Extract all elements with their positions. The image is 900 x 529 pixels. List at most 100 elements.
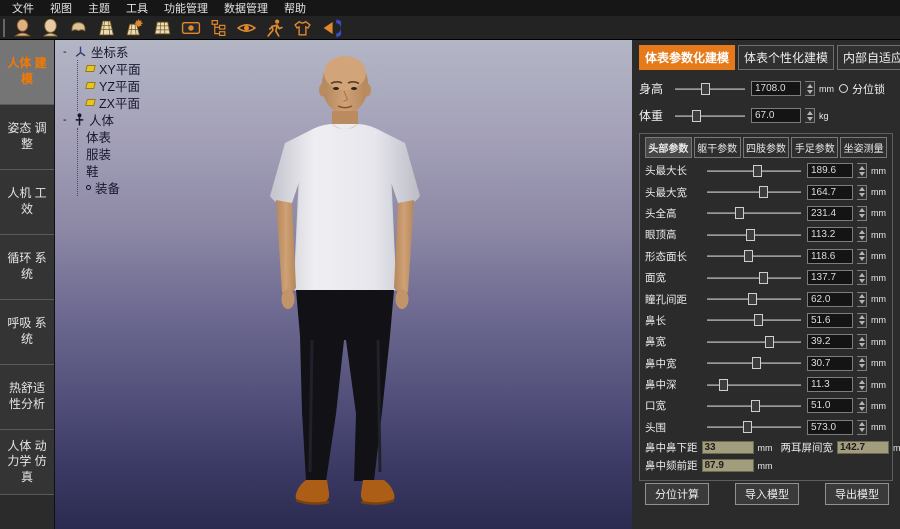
percentile-lock-radio[interactable]: [839, 84, 848, 93]
tree-node-zx-plane[interactable]: ZX平面: [86, 94, 141, 111]
tab-parametric-modeling[interactable]: 体表参数化建模: [639, 45, 735, 70]
tree-node-coordinate-system[interactable]: - 坐标系: [63, 43, 141, 60]
human-model[interactable]: [55, 40, 632, 529]
tab-internal-adaptive-modeling[interactable]: 内部自适应建模: [837, 45, 900, 70]
height-slider[interactable]: [673, 82, 747, 96]
slider-handle[interactable]: [701, 83, 710, 95]
param-spinner[interactable]: [857, 398, 867, 413]
tab-head-params[interactable]: 头部参数: [645, 137, 692, 158]
nose-chin-field[interactable]: [702, 459, 754, 472]
export-model-button[interactable]: 导出模型: [825, 483, 889, 505]
hierarchy-icon[interactable]: [207, 17, 230, 38]
param-spinner[interactable]: [857, 270, 867, 285]
sidebar-item-respiratory-system[interactable]: 呼吸 系统: [0, 300, 54, 365]
sidebar-item-body-modeling[interactable]: 人体 建模: [0, 40, 54, 105]
param-slider[interactable]: [705, 292, 803, 306]
menu-help[interactable]: 帮助: [276, 0, 314, 17]
collapse-icon[interactable]: -: [63, 46, 70, 58]
slider-handle[interactable]: [743, 421, 752, 433]
param-value-input[interactable]: [807, 398, 853, 413]
return-arrow-icon[interactable]: [319, 17, 342, 38]
nose-subnasal-field[interactable]: [702, 441, 754, 454]
param-value-input[interactable]: [807, 377, 853, 392]
param-spinner[interactable]: [857, 163, 867, 178]
sidebar-item-circulatory-system[interactable]: 循环 系统: [0, 235, 54, 300]
menu-function-management[interactable]: 功能管理: [156, 0, 216, 17]
tab-sitting-measure[interactable]: 坐姿测量: [840, 137, 887, 158]
param-spinner[interactable]: [857, 227, 867, 242]
param-slider[interactable]: [705, 378, 803, 392]
collapse-icon[interactable]: -: [63, 114, 70, 126]
menu-file[interactable]: 文件: [4, 0, 42, 17]
tab-personalized-modeling[interactable]: 体表个性化建模: [738, 45, 834, 70]
param-slider[interactable]: [705, 228, 803, 242]
param-slider[interactable]: [705, 399, 803, 413]
slider-handle[interactable]: [735, 207, 744, 219]
weight-value-input[interactable]: [751, 108, 801, 123]
tree-node-clothing[interactable]: 服装: [86, 145, 141, 162]
slider-handle[interactable]: [746, 229, 755, 241]
param-value-input[interactable]: [807, 270, 853, 285]
param-slider[interactable]: [705, 271, 803, 285]
param-value-input[interactable]: [807, 420, 853, 435]
slider-handle[interactable]: [759, 272, 768, 284]
tab-torso-params[interactable]: 躯干参数: [694, 137, 741, 158]
sidebar-item-body-dynamics[interactable]: 人体 动力学 仿真: [0, 430, 54, 495]
param-slider[interactable]: [705, 420, 803, 434]
clothing-icon[interactable]: [291, 17, 314, 38]
mesh-grid-icon[interactable]: [151, 17, 174, 38]
param-spinner[interactable]: [857, 334, 867, 349]
param-value-input[interactable]: [807, 292, 853, 307]
slider-handle[interactable]: [759, 186, 768, 198]
param-slider[interactable]: [705, 249, 803, 263]
param-spinner[interactable]: [857, 249, 867, 264]
slider-handle[interactable]: [748, 293, 757, 305]
tree-node-equipment[interactable]: 装备: [86, 179, 141, 196]
tree-node-yz-plane[interactable]: YZ平面: [86, 77, 141, 94]
menu-view[interactable]: 视图: [42, 0, 80, 17]
param-spinner[interactable]: [857, 313, 867, 328]
tab-hand-foot-params[interactable]: 手足参数: [791, 137, 838, 158]
sidebar-item-posture-adjust[interactable]: 姿态 调整: [0, 105, 54, 170]
sidebar-item-ergonomics[interactable]: 人机 工效: [0, 170, 54, 235]
param-spinner[interactable]: [857, 377, 867, 392]
height-value-input[interactable]: [751, 81, 801, 96]
menu-tools[interactable]: 工具: [118, 0, 156, 17]
slider-handle[interactable]: [765, 336, 774, 348]
slider-handle[interactable]: [744, 250, 753, 262]
display-icon[interactable]: [179, 17, 202, 38]
slider-handle[interactable]: [752, 357, 761, 369]
import-model-button[interactable]: 导入模型: [735, 483, 799, 505]
sidebar-item-thermal-comfort[interactable]: 热舒适 性分析: [0, 365, 54, 430]
tree-node-xy-plane[interactable]: XY平面: [86, 60, 141, 77]
tree-node-human-body[interactable]: - 人体: [63, 111, 141, 128]
percentile-calc-button[interactable]: 分位计算: [645, 483, 709, 505]
param-value-input[interactable]: [807, 163, 853, 178]
param-slider[interactable]: [705, 313, 803, 327]
eye-icon[interactable]: [235, 17, 258, 38]
front-head-icon[interactable]: [11, 17, 34, 38]
param-spinner[interactable]: [857, 420, 867, 435]
tree-node-shoes[interactable]: 鞋: [86, 162, 141, 179]
param-value-input[interactable]: [807, 249, 853, 264]
weight-slider[interactable]: [673, 109, 747, 123]
param-value-input[interactable]: [807, 356, 853, 371]
weight-spinner[interactable]: [805, 108, 815, 123]
param-slider[interactable]: [705, 335, 803, 349]
bitragion-width-field[interactable]: [837, 441, 889, 454]
mesh-settings-icon[interactable]: [123, 17, 146, 38]
slider-handle[interactable]: [754, 314, 763, 326]
param-value-input[interactable]: [807, 185, 853, 200]
param-value-input[interactable]: [807, 227, 853, 242]
scalp-icon[interactable]: [67, 17, 90, 38]
motion-icon[interactable]: [263, 17, 286, 38]
menu-data-management[interactable]: 数据管理: [216, 0, 276, 17]
viewport-3d[interactable]: - 坐标系 XY平面 YZ平面 ZX平面 -: [55, 40, 632, 529]
slider-handle[interactable]: [753, 165, 762, 177]
param-value-input[interactable]: [807, 313, 853, 328]
side-head-icon[interactable]: [39, 17, 62, 38]
slider-handle[interactable]: [719, 379, 728, 391]
height-spinner[interactable]: [805, 81, 815, 96]
param-slider[interactable]: [705, 164, 803, 178]
param-slider[interactable]: [705, 356, 803, 370]
